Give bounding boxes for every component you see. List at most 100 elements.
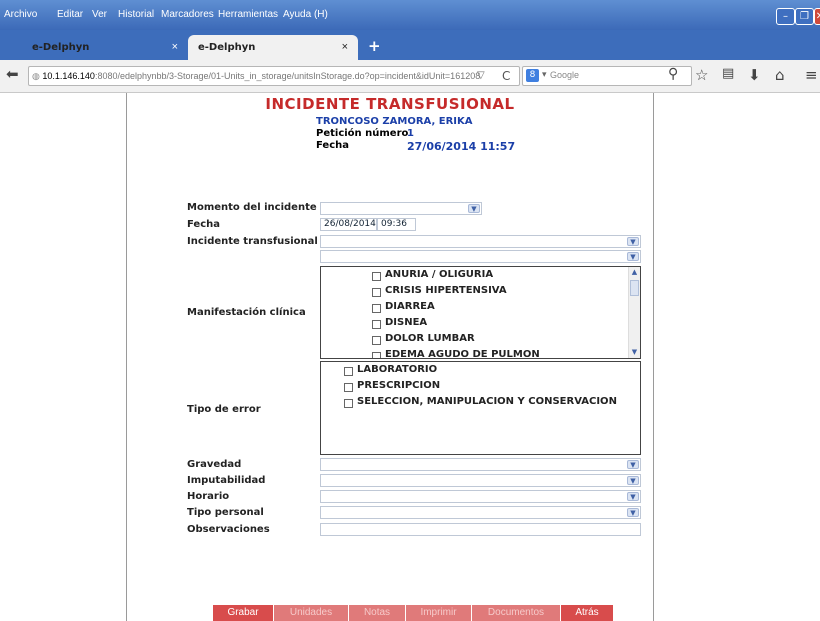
observaciones-label: Observaciones [187, 524, 270, 535]
home-icon[interactable]: ⌂ [775, 66, 785, 84]
tab-1-label: e-Delphyn [32, 42, 90, 53]
back-arrow-icon[interactable]: ⬅ [6, 65, 19, 83]
globe-icon: ◍ [32, 71, 40, 81]
patient-name: TRONCOSO ZAMORA, ERIKA [316, 116, 473, 127]
incident-form: INCIDENTE TRANSFUSIONAL TRONCOSO ZAMORA,… [126, 93, 654, 621]
incidente-subselect[interactable]: ▼ [320, 250, 641, 263]
list-item: ANURIA / OLIGURIA [385, 269, 494, 280]
checkbox[interactable] [372, 288, 381, 297]
manifestacion-list[interactable]: ANURIA / OLIGURIA CRISIS HIPERTENSIVA DI… [320, 266, 641, 359]
tab-bar: e-Delphyn × e-Delphyn × + [0, 30, 820, 60]
chevron-down-icon: ▼ [627, 492, 639, 501]
manifestacion-label: Manifestación clínica [187, 307, 306, 318]
gravedad-label: Gravedad [187, 459, 242, 470]
request-label: Petición número [316, 128, 409, 139]
tab-2-active[interactable]: e-Delphyn × [188, 35, 358, 60]
atras-button[interactable]: Atrás [561, 605, 613, 621]
imputabilidad-select[interactable]: ▼ [320, 474, 641, 487]
date-label: Fecha [316, 140, 350, 151]
checkbox[interactable] [344, 367, 353, 376]
download-icon[interactable]: ⬇ [748, 66, 761, 84]
navigation-bar: ⬅ ◍ 10.1.146.140:8080/edelphynbb/3-Stora… [0, 60, 820, 93]
chevron-down-icon: ▼ [468, 204, 480, 213]
scrollbar[interactable]: ▲ ▼ [628, 267, 640, 358]
menu-archivo[interactable]: Archivo [4, 9, 37, 20]
close-icon[interactable]: × [172, 41, 178, 53]
restore-button[interactable]: ❐ [795, 8, 814, 25]
list-item: DIARREA [385, 301, 435, 312]
tab-1[interactable]: e-Delphyn × [18, 35, 188, 60]
search-input[interactable]: 8 ▾ Google [522, 66, 692, 86]
observaciones-input[interactable] [320, 523, 641, 536]
checkbox[interactable] [372, 320, 381, 329]
request-number: 1 [407, 128, 414, 139]
page-viewport: INCIDENTE TRANSFUSIONAL TRONCOSO ZAMORA,… [0, 93, 820, 621]
bookmarks-list-icon[interactable]: ▤ [722, 66, 734, 81]
tab-2-label: e-Delphyn [198, 42, 256, 53]
search-placeholder: Google [550, 70, 580, 80]
menu-editar[interactable]: Editar [57, 9, 83, 20]
search-icon[interactable]: ⚲ [668, 66, 678, 82]
grabar-button[interactable]: Grabar [213, 605, 273, 621]
list-item: SELECCION, MANIPULACION Y CONSERVACION [357, 396, 617, 407]
checkbox[interactable] [344, 383, 353, 392]
menu-herramientas[interactable]: Herramientas [218, 9, 278, 20]
menu-icon[interactable]: ≡ [805, 66, 818, 84]
momento-label: Momento del incidente * [187, 202, 325, 213]
dropdown-icon[interactable]: ▽ [477, 70, 485, 81]
list-item: EDEMA AGUDO DE PULMON [385, 349, 540, 359]
chevron-down-icon: ▼ [627, 476, 639, 485]
list-item: PRESCRIPCION [357, 380, 441, 391]
fecha-label: Fecha [187, 219, 221, 230]
chevron-down-icon: ▼ [627, 237, 639, 246]
menu-ver[interactable]: Ver [92, 9, 107, 20]
notas-button[interactable]: Notas [349, 605, 405, 621]
unidades-button[interactable]: Unidades [274, 605, 348, 621]
momento-select[interactable]: ▼ [320, 202, 482, 215]
fecha-time-input[interactable]: 09:36 [377, 218, 416, 231]
url-bar[interactable]: ◍ 10.1.146.140:8080/edelphynbb/3-Storage… [28, 66, 520, 86]
tipo-error-list[interactable]: LABORATORIO PRESCRIPCION SELECCION, MANI… [320, 361, 641, 455]
fecha-date-input[interactable]: 26/08/2014 [320, 218, 377, 231]
bookmark-star-icon[interactable]: ☆ [695, 66, 708, 84]
close-icon[interactable]: × [342, 41, 348, 53]
list-item: DISNEA [385, 317, 428, 328]
gravedad-select[interactable]: ▼ [320, 458, 641, 471]
url-path: :8080/edelphynbb/3-Storage/01-Units_in_s… [94, 71, 481, 81]
documentos-button[interactable]: Documentos [472, 605, 560, 621]
checkbox[interactable] [344, 399, 353, 408]
menu-ayuda[interactable]: Ayuda (H) [283, 9, 328, 20]
menu-historial[interactable]: Historial [118, 9, 154, 20]
list-item: DOLOR LUMBAR [385, 333, 475, 344]
horario-label: Horario [187, 491, 230, 502]
imputabilidad-label: Imputabilidad [187, 475, 266, 486]
search-engine-icon[interactable]: 8 [526, 69, 539, 82]
horario-select[interactable]: ▼ [320, 490, 641, 503]
checkbox[interactable] [372, 352, 381, 358]
list-item: LABORATORIO [357, 364, 438, 375]
list-item: CRISIS HIPERTENSIVA [385, 285, 507, 296]
incidente-select[interactable]: ▼ [320, 235, 641, 248]
tipo-personal-select[interactable]: ▼ [320, 506, 641, 519]
incidente-label: Incidente transfusional [187, 236, 318, 247]
menu-marcadores[interactable]: Marcadores [161, 9, 214, 20]
search-dropdown-icon: ▾ [542, 70, 547, 80]
scrollbar-thumb[interactable] [630, 280, 639, 296]
reload-icon[interactable]: C [502, 69, 510, 83]
chevron-down-icon: ▼ [627, 508, 639, 517]
imprimir-button[interactable]: Imprimir [406, 605, 471, 621]
page-title: INCIDENTE TRANSFUSIONAL [265, 95, 515, 113]
chevron-down-icon: ▼ [627, 460, 639, 469]
chevron-up-icon[interactable]: ▲ [629, 267, 640, 278]
checkbox[interactable] [372, 272, 381, 281]
new-tab-button[interactable]: + [368, 37, 381, 55]
tipo-personal-label: Tipo personal [187, 507, 264, 518]
checkbox[interactable] [372, 336, 381, 345]
chevron-down-icon[interactable]: ▼ [629, 347, 640, 358]
menu-bar: Archivo Editar Ver Historial Marcadores … [0, 0, 820, 30]
checkbox[interactable] [372, 304, 381, 313]
url-host: 10.1.146.140 [42, 71, 95, 81]
tipo-error-label: Tipo de error [187, 404, 261, 415]
close-window-button[interactable]: ✕ [814, 8, 820, 25]
minimize-button[interactable]: – [776, 8, 795, 25]
